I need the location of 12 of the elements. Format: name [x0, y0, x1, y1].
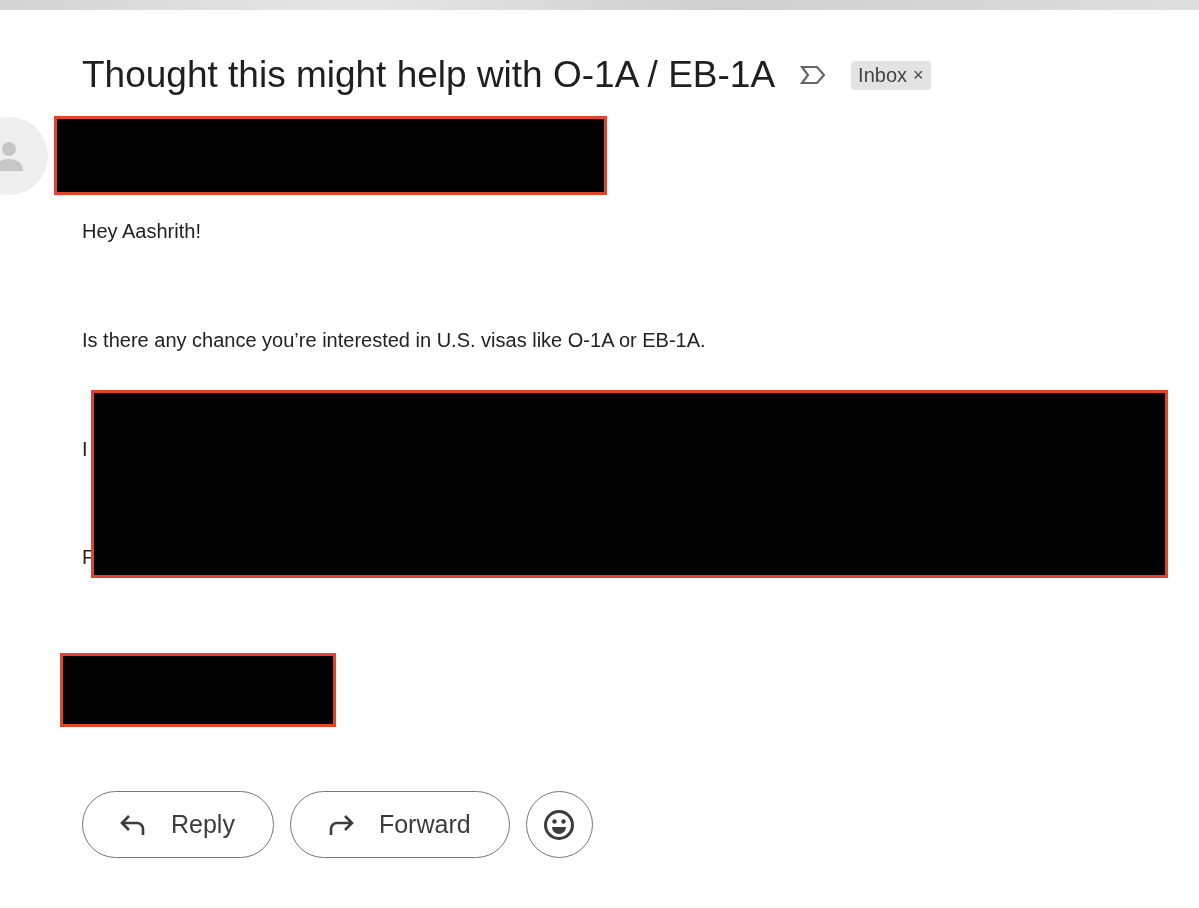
label-arrow-icon — [799, 64, 828, 86]
body-text: Is there any chance you’re interested in U.S. visas like O-1A or EB-1A. — [82, 328, 707, 352]
person-icon — [0, 139, 24, 172]
body-text: I — [82, 437, 88, 461]
reply-icon — [119, 812, 147, 837]
smiley-icon — [543, 808, 576, 841]
email-subject: Thought this might help with O-1A / EB-1A — [82, 54, 776, 96]
remove-label-button[interactable]: × — [913, 64, 924, 86]
body-text: Hey Aashrith! — [82, 219, 202, 243]
forward-button[interactable]: Forward — [289, 791, 510, 858]
inbox-label: Inbox × — [851, 60, 931, 90]
reply-button[interactable]: Reply — [82, 791, 274, 858]
